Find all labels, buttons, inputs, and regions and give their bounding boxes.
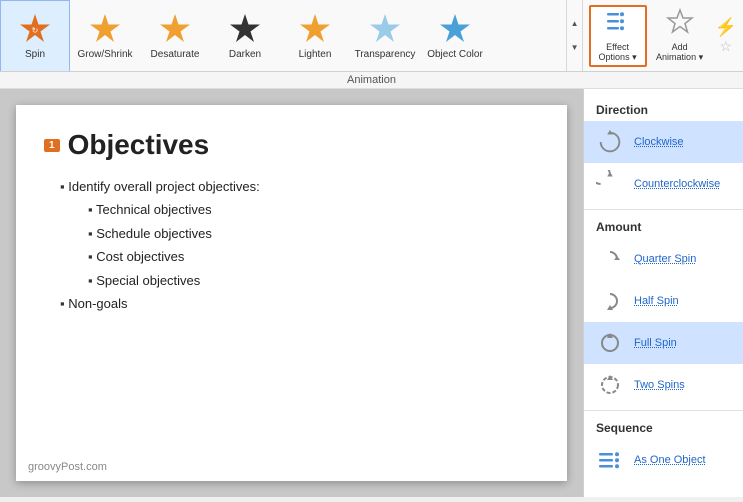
lighten-icon (297, 11, 333, 47)
half-spin-item[interactable]: Half Spin (584, 280, 743, 322)
sub-bullet-technical: Technical objectives (88, 198, 539, 221)
darken-icon (227, 11, 263, 47)
half-spin-label: Half Spin (634, 295, 679, 307)
desaturate-label: Desaturate (151, 49, 200, 60)
two-spins-icon (594, 369, 626, 401)
full-spin-item[interactable]: Full Spin (584, 322, 743, 364)
slide-content: Identify overall project objectives: Tec… (44, 175, 539, 315)
animation-toolbar: ↻ Spin Grow/Shrink Desaturate (0, 0, 743, 72)
grow-shrink-label: Grow/Shrink (77, 49, 132, 60)
toolbar-right-buttons: EffectOptions ▾ AddAnimation ▾ ⚡ ☆ (582, 0, 743, 71)
anim-grow-shrink[interactable]: Grow/Shrink (70, 0, 140, 71)
counterclockwise-icon (594, 168, 626, 200)
object-color-icon (437, 11, 473, 47)
darken-label: Darken (229, 49, 261, 60)
anim-desaturate[interactable]: Desaturate (140, 0, 210, 71)
bullet-nongoals: Non-goals (60, 292, 539, 315)
slide-title: 1 Objectives (44, 129, 539, 161)
add-animation-icon (666, 8, 694, 42)
slide-area: 1 Objectives Identify overall project ob… (0, 89, 583, 497)
bullet-list: Identify overall project objectives: Tec… (60, 175, 539, 315)
anim-lighten[interactable]: Lighten (280, 0, 350, 71)
as-one-object-item[interactable]: As One Object (584, 439, 743, 481)
add-animation-button[interactable]: AddAnimation ▾ (651, 5, 709, 67)
effect-options-icon (604, 8, 632, 42)
sub-bullet-list: Technical objectives Schedule objectives… (88, 198, 539, 292)
counterclockwise-label: Counterclockwise (634, 178, 720, 190)
divider-1 (584, 209, 743, 210)
sub-bullet-schedule: Schedule objectives (88, 222, 539, 245)
add-animation-label: AddAnimation ▾ (656, 42, 703, 63)
spin-label: Spin (25, 49, 45, 60)
divider-2 (584, 410, 743, 411)
grow-shrink-icon (87, 11, 123, 47)
slide-title-text: Objectives (68, 129, 210, 161)
quarter-spin-item[interactable]: Quarter Spin (584, 238, 743, 280)
bullet-objectives: Identify overall project objectives: Tec… (60, 175, 539, 292)
sub-bullet-special: Special objectives (88, 269, 539, 292)
slide-number-badge: 1 (44, 139, 60, 152)
lightning-icon: ⚡ (715, 17, 737, 38)
star-extra-icon: ☆ (720, 38, 733, 55)
desaturate-icon (157, 11, 193, 47)
effect-options-label: EffectOptions ▾ (599, 42, 637, 63)
amount-section-title: Amount (584, 214, 743, 238)
two-spins-item[interactable]: Two Spins (584, 364, 743, 406)
scroll-down-button[interactable]: ▼ (567, 36, 583, 60)
scroll-up-button[interactable]: ▲ (567, 12, 583, 36)
animation-section-label: Animation (0, 72, 743, 89)
anim-spin[interactable]: ↻ Spin (0, 0, 70, 71)
object-color-label: Object Color (427, 49, 483, 60)
full-spin-label: Full Spin (634, 337, 677, 349)
right-panel: Direction Clockwise Counterclockwise Amo… (583, 89, 743, 497)
sub-bullet-cost: Cost objectives (88, 245, 539, 268)
slide: 1 Objectives Identify overall project ob… (16, 105, 567, 481)
anim-transparency[interactable]: Transparency (350, 0, 420, 71)
clockwise-label: Clockwise (634, 136, 684, 148)
as-one-object-label: As One Object (634, 454, 706, 466)
quarter-spin-label: Quarter Spin (634, 253, 696, 265)
main-area: 1 Objectives Identify overall project ob… (0, 89, 743, 497)
transparency-icon (367, 11, 403, 47)
half-spin-icon (594, 285, 626, 317)
spin-icon: ↻ (17, 11, 53, 47)
watermark: groovyPost.com (28, 461, 107, 473)
clockwise-item[interactable]: Clockwise (584, 121, 743, 163)
clockwise-icon (594, 126, 626, 158)
svg-text:↻: ↻ (32, 26, 39, 35)
toolbar-scroll: ▲ ▼ (566, 0, 582, 71)
effect-options-button[interactable]: EffectOptions ▾ (589, 5, 647, 67)
animation-list: ↻ Spin Grow/Shrink Desaturate (0, 0, 566, 71)
direction-section-title: Direction (584, 97, 743, 121)
lighten-label: Lighten (299, 49, 332, 60)
full-spin-icon (594, 327, 626, 359)
anim-object-color[interactable]: Object Color (420, 0, 490, 71)
two-spins-label: Two Spins (634, 379, 685, 391)
sequence-section-title: Sequence (584, 415, 743, 439)
quarter-spin-icon (594, 243, 626, 275)
as-one-object-icon (594, 444, 626, 476)
anim-darken[interactable]: Darken (210, 0, 280, 71)
counterclockwise-item[interactable]: Counterclockwise (584, 163, 743, 205)
transparency-label: Transparency (355, 49, 416, 60)
